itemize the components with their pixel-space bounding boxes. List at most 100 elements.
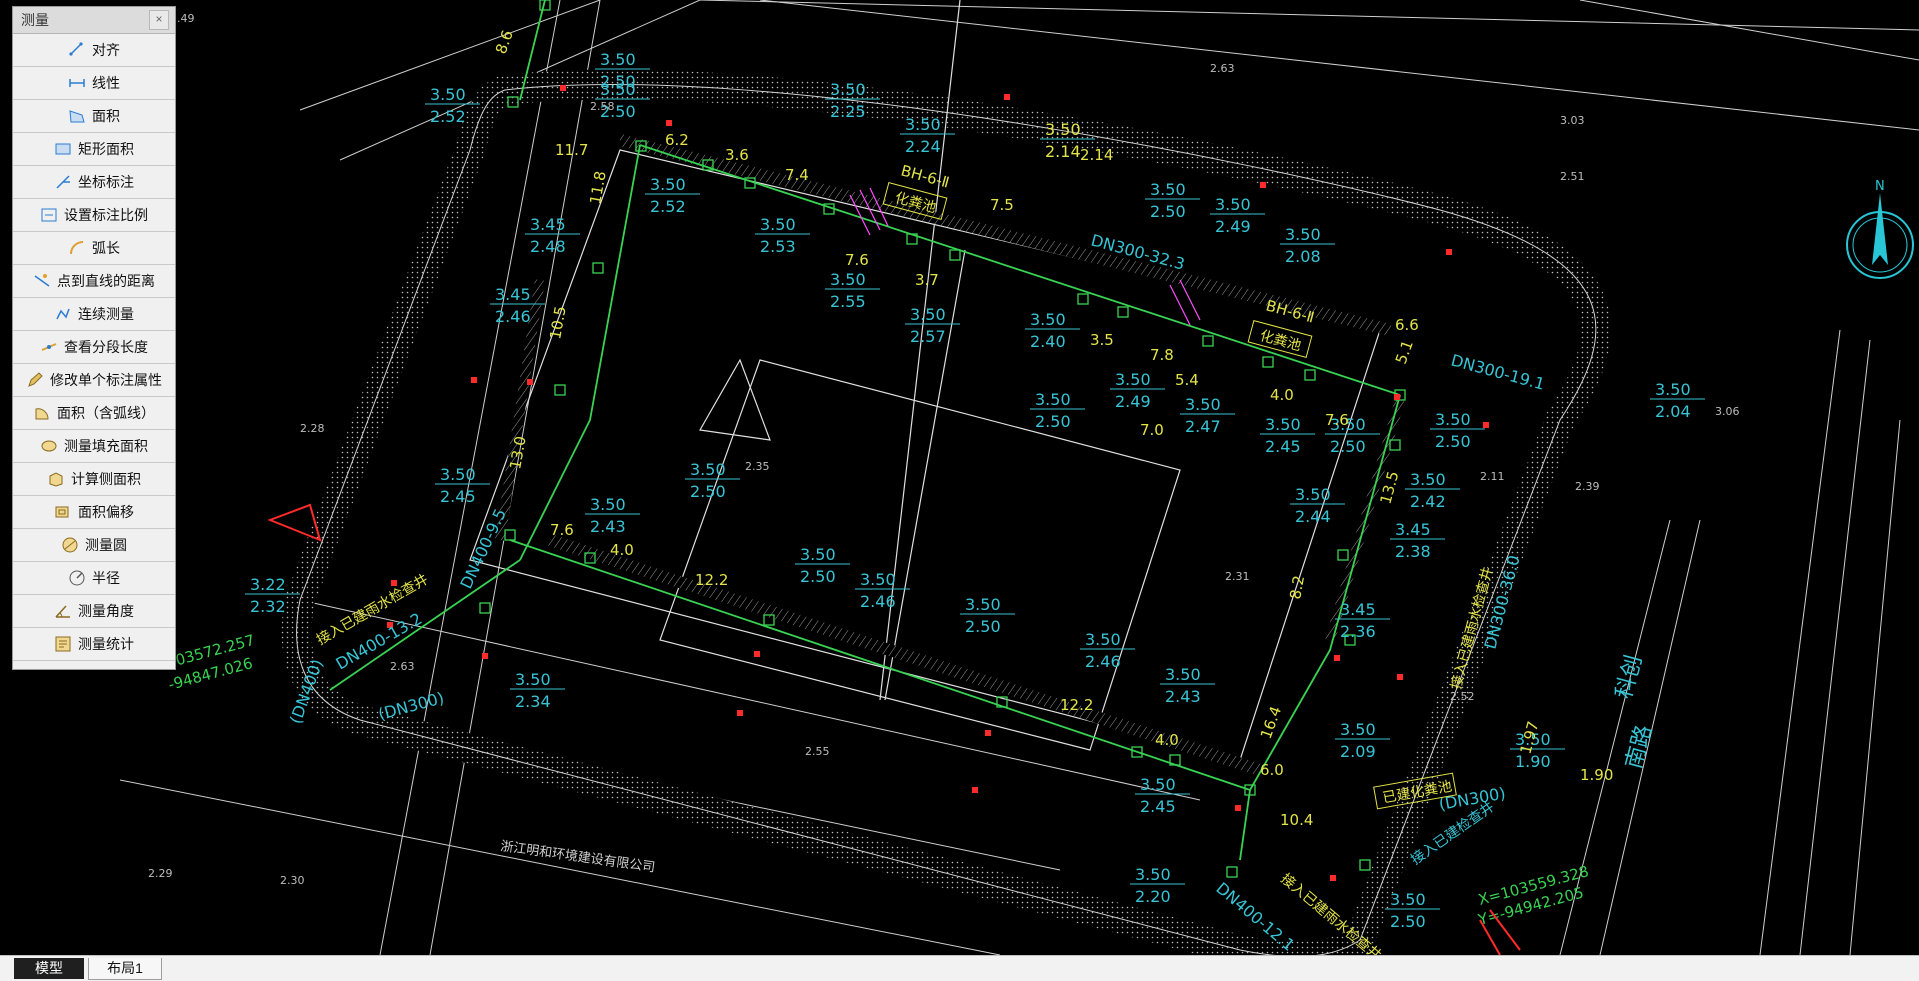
road-name: 科创 南路 — [1612, 653, 1658, 772]
top-elevation: 3.50 — [830, 270, 866, 289]
cad-drawing[interactable]: N 科创 南路 DN300-32.3 DN300-19.1 DN400-13.2… — [0, 0, 1919, 955]
tool-label: 测量统计 — [78, 636, 134, 652]
close-icon[interactable]: × — [149, 10, 169, 30]
tool-button-arc-area[interactable]: 面积（含弧线） — [13, 397, 175, 430]
tool-button-stats[interactable]: 测量统计 — [13, 628, 175, 661]
bottom-elevation: 2.49 — [1215, 217, 1251, 236]
segment-length: 7.6 — [845, 251, 869, 269]
palette-title-bar[interactable]: 测量 × — [13, 7, 175, 34]
segment-length: 7.6 — [550, 521, 574, 539]
top-elevation: 3.50 — [515, 670, 551, 689]
tool-label: 测量圆 — [85, 537, 127, 553]
tool-button-side-area[interactable]: 计算侧面积 — [13, 463, 175, 496]
bottom-elevation: 2.57 — [910, 327, 946, 346]
road-lines — [119, 0, 1919, 955]
tool-button-linear[interactable]: 线性 — [13, 67, 175, 100]
tool-button-align[interactable]: 对齐 — [13, 34, 175, 67]
tool-button-angle[interactable]: 测量角度 — [13, 595, 175, 628]
manhole-marker — [1262, 356, 1274, 368]
tool-button-coordinate[interactable]: 坐标标注 — [13, 166, 175, 199]
top-elevation: 3.45 — [530, 215, 566, 234]
bottom-elevation: 2.09 — [1340, 742, 1376, 761]
survey-point — [560, 85, 566, 91]
survey-point — [1397, 674, 1403, 680]
segment-length: 6.0 — [1260, 761, 1284, 779]
tool-button-area-offset[interactable]: 面积偏移 — [13, 496, 175, 529]
tool-label: 修改单个标注属性 — [50, 372, 162, 388]
ground-level: 2.39 — [1575, 480, 1600, 493]
ground-level: 2.55 — [805, 745, 830, 758]
tool-button-area[interactable]: 面积 — [13, 100, 175, 133]
top-elevation: 3.50 — [800, 545, 836, 564]
segment-length: 10.5 — [546, 305, 570, 341]
segment-length: 4.0 — [1270, 386, 1294, 404]
bottom-elevation: 2.45 — [1140, 797, 1176, 816]
tool-button-scale[interactable]: 设置标注比例 — [13, 199, 175, 232]
elevation-pair: 3.50 2.49 — [1110, 370, 1165, 411]
survey-point — [471, 377, 477, 383]
elevation-pair: 3.50 2.09 — [1335, 720, 1390, 761]
top-elevation: 3.50 — [1340, 720, 1376, 739]
elevation-pair: 3.50 2.20 — [1130, 865, 1185, 906]
top-elevation: 3.50 — [1140, 775, 1176, 794]
ground-level: 2.63 — [1210, 62, 1235, 75]
tool-label: 设置标注比例 — [64, 207, 148, 223]
segment-length: 3.5 — [1090, 331, 1114, 349]
top-elevation: 3.50 — [1030, 310, 1066, 329]
tool-button-rect-area[interactable]: 矩形面积 — [13, 133, 175, 166]
tool-label: 半径 — [92, 570, 120, 586]
segment-length: 5.1 — [1392, 338, 1417, 367]
manhole-marker — [1337, 549, 1349, 561]
tool-button-edit-mark[interactable]: 修改单个标注属性 — [13, 364, 175, 397]
tool-button-segment[interactable]: 查看分段长度 — [13, 331, 175, 364]
ground-level: 2.51 — [1560, 170, 1585, 183]
survey-point — [527, 379, 533, 385]
segment-length: 6.6 — [1395, 316, 1419, 334]
tool-button-arc-length[interactable]: 弧长 — [13, 232, 175, 265]
tool-button-hatch-area[interactable]: 测量填充面积 — [13, 430, 175, 463]
bottom-elevation: 2.24 — [905, 137, 941, 156]
scale-icon — [41, 208, 57, 222]
tool-button-point-line[interactable]: 点到直线的距离 — [13, 265, 175, 298]
elevation-pair: 3.50 2.52 — [645, 175, 700, 216]
survey-point — [1330, 875, 1336, 881]
bottom-elevation: 2.42 — [1410, 492, 1446, 511]
survey-point — [1446, 249, 1452, 255]
bottom-elevation: 2.46 — [1085, 652, 1121, 671]
road-label-1: 科创 — [1612, 653, 1648, 702]
tool-button-continuous[interactable]: 连续测量 — [13, 298, 175, 331]
ground-level: 2.30 — [280, 874, 305, 887]
edit-mark-icon — [28, 372, 43, 387]
survey-point — [1334, 655, 1340, 661]
bottom-elevation: 2.50 — [1435, 432, 1471, 451]
elevation-pair: 3.45 2.48 — [525, 215, 580, 256]
survey-point — [1394, 394, 1400, 400]
cad-drawing-canvas[interactable]: N 科创 南路 DN300-32.3 DN300-19.1 DN400-13.2… — [0, 0, 1919, 955]
top-elevation: 3.50 — [760, 215, 796, 234]
segment-length: 7.8 — [1150, 346, 1174, 364]
survey-point — [1483, 422, 1489, 428]
tab-model[interactable]: 模型 — [14, 958, 84, 979]
bottom-elevation: 2.55 — [830, 292, 866, 311]
elevation-pair: 3.50 2.34 — [510, 670, 565, 711]
tab-layout1[interactable]: 布局1 — [88, 958, 162, 980]
top-elevation: 3.50 — [1135, 865, 1171, 884]
ground-level: 2.63 — [390, 660, 415, 673]
top-elevation: 3.50 — [440, 465, 476, 484]
bottom-elevation: 2.32 — [250, 597, 286, 616]
bottom-elevation: 2.50 — [1330, 437, 1366, 456]
tool-button-circle[interactable]: 测量圆 — [13, 529, 175, 562]
point-line-icon — [34, 274, 50, 287]
manhole-marker — [554, 384, 566, 396]
measure-palette[interactable]: 测量 × 对齐 线性 面积 矩形面积 坐标标注设置标注比例弧长 点到直线的距离 连续测量 查看… — [12, 6, 176, 670]
elevation-pair: 3.45 2.36 — [1335, 600, 1390, 641]
top-elevation: 3.45 — [495, 285, 531, 304]
top-elevation: 3.50 — [1295, 485, 1331, 504]
coordinate-icon — [56, 175, 70, 189]
elevation-pair: 3.50 2.50 — [960, 595, 1015, 636]
bottom-elevation: 2.50 — [800, 567, 836, 586]
tool-button-radius[interactable]: 半径 — [13, 562, 175, 595]
elevation-pair: 3.50 2.43 — [585, 495, 640, 536]
bottom-elevation: 2.52 — [650, 197, 686, 216]
stats-icon — [55, 636, 71, 652]
